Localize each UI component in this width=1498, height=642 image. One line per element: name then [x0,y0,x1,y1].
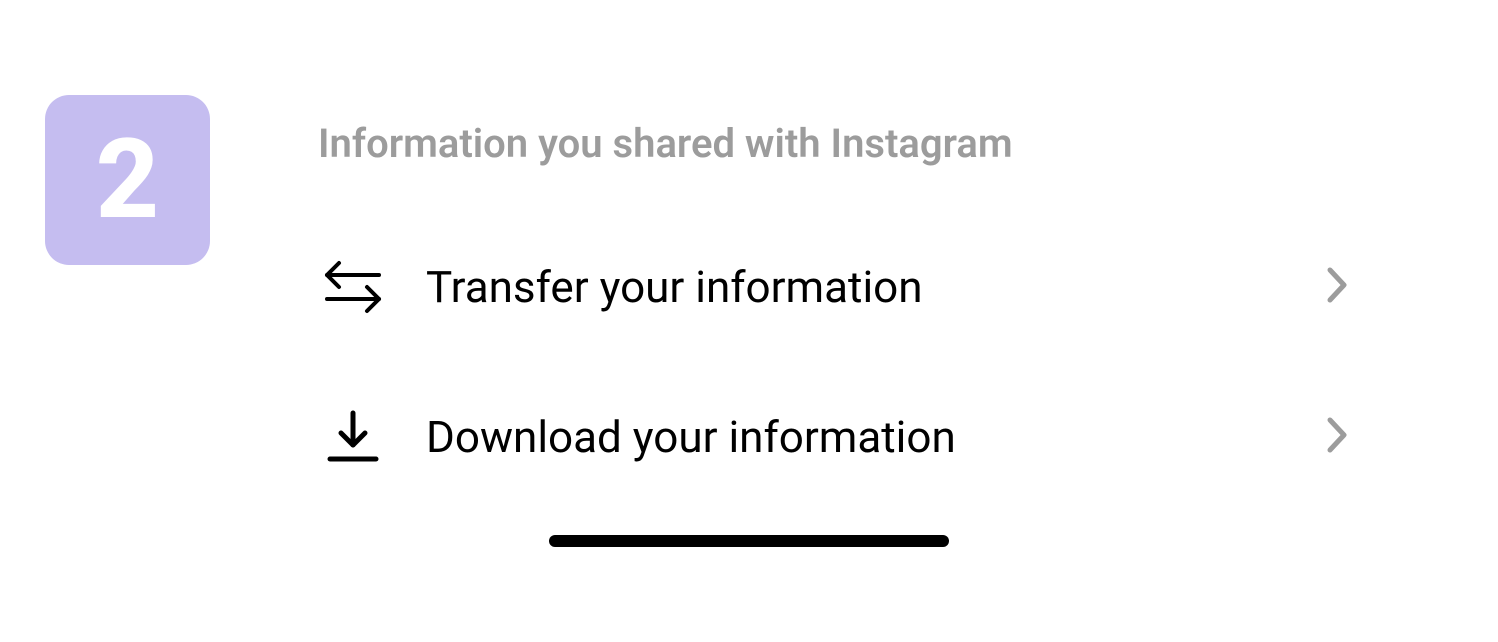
download-information-item[interactable]: Download your information [318,407,1348,467]
transfer-icon [318,257,388,317]
chevron-right-icon [1326,266,1348,308]
settings-section: Information you shared with Instagram Tr… [318,120,1348,557]
menu-item-label: Download your information [426,411,1348,463]
download-icon [318,407,388,467]
step-badge: 2 [45,95,210,265]
menu-item-label: Transfer your information [426,261,1348,313]
step-number: 2 [96,125,159,235]
transfer-information-item[interactable]: Transfer your information [318,257,1348,317]
section-header: Information you shared with Instagram [318,120,1348,167]
chevron-right-icon [1326,416,1348,458]
home-indicator[interactable] [549,535,949,547]
